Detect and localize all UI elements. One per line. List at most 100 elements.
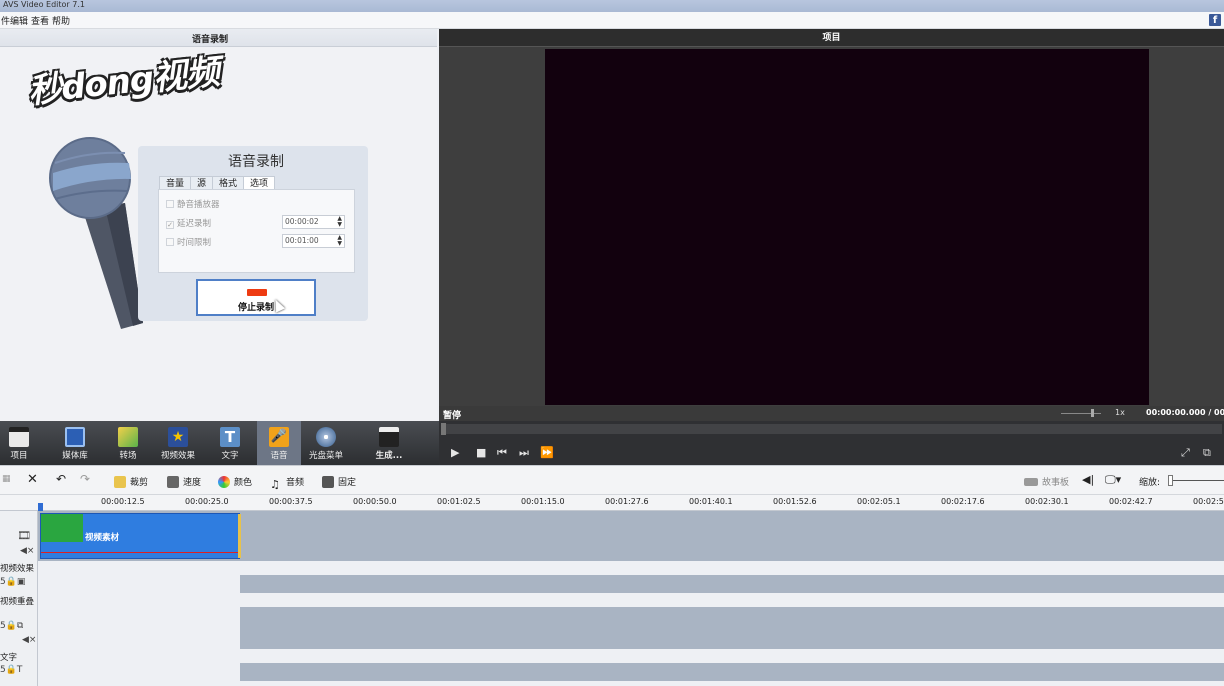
toolbar-produce[interactable]: 生成... xyxy=(366,421,412,465)
star-icon: ★ xyxy=(168,427,188,447)
track-label-video-effects: 视频效果 xyxy=(0,564,35,574)
crop-label: 裁剪 xyxy=(130,478,149,488)
playback-speed: 1x xyxy=(1115,408,1125,417)
track-label-text: 文字 xyxy=(0,653,18,663)
playhead[interactable] xyxy=(38,503,43,511)
toolbar-project[interactable]: 项目 xyxy=(0,421,38,465)
toolbar-video-effects[interactable]: ★ 视频效果 xyxy=(156,421,200,465)
seek-knob[interactable] xyxy=(441,423,446,435)
snapshot-icon[interactable]: ⧉ xyxy=(1203,446,1211,460)
lock-icon[interactable]: 5🔒▣ xyxy=(0,577,25,587)
tab-format[interactable]: 格式 xyxy=(212,176,245,190)
text-icon: T xyxy=(220,427,240,447)
storyboard-icon xyxy=(1024,478,1038,486)
checkbox-checked[interactable]: ✓ xyxy=(166,221,174,229)
microphone-icon: 🎤 xyxy=(269,427,289,447)
overlay-track-empty[interactable] xyxy=(38,607,240,649)
window-title: AVS Video Editor 7.1 xyxy=(3,0,85,9)
ruler-tick: 00:01:15.0 xyxy=(521,497,565,506)
timeline-ruler[interactable]: 00:00:12.5 00:00:25.0 00:00:37.5 00:00:5… xyxy=(0,495,1224,511)
video-track-icon[interactable]: 🎞 xyxy=(17,529,31,542)
speed-slider[interactable] xyxy=(1061,413,1101,414)
menu-help[interactable]: 帮助 xyxy=(52,14,70,27)
next-frame-icon[interactable]: ⏭ xyxy=(519,446,529,460)
fast-forward-icon[interactable]: ⏩ xyxy=(540,446,554,459)
time-limit-option[interactable]: 时间限制 xyxy=(166,236,211,248)
speed-label: 速度 xyxy=(183,478,202,488)
redo-icon[interactable]: ↷ xyxy=(80,472,90,486)
toolbar-disc-menu[interactable]: 光盘菜单 xyxy=(304,421,348,465)
effects-track[interactable] xyxy=(240,575,1224,593)
delay-time-input[interactable]: 00:00:02 ▲ ▼ xyxy=(282,215,345,229)
undo-icon[interactable]: ↶ xyxy=(56,472,66,486)
checkbox[interactable] xyxy=(166,238,174,246)
menu-view[interactable]: 查看 xyxy=(31,14,49,27)
track-separator xyxy=(38,561,1224,575)
color-button[interactable]: 颜色 xyxy=(218,475,252,488)
crop-button[interactable]: 裁剪 xyxy=(114,475,148,488)
track-label-video-overlay: 视频重叠 xyxy=(0,597,35,607)
tab-source[interactable]: 源 xyxy=(190,176,214,190)
freeze-button[interactable]: 固定 xyxy=(322,475,356,488)
mute-player-option[interactable]: 静音播放器 xyxy=(166,198,220,210)
options-pane: 静音播放器 ✓ 延迟录制 00:00:02 ▲ ▼ 时间限制 00:01:00 ▲ ▼ xyxy=(158,189,355,273)
zoom-slider[interactable] xyxy=(1168,480,1224,481)
option-label: 延迟录制 xyxy=(177,219,212,229)
film-icon xyxy=(65,427,85,447)
spinner-arrows-icon[interactable]: ▲ ▼ xyxy=(337,235,342,247)
tab-volume[interactable]: 音量 xyxy=(159,176,192,190)
play-icon[interactable]: ▶ xyxy=(451,446,459,459)
panel-title: 语音录制 xyxy=(192,35,229,45)
lock-icon[interactable]: 5🔒⧉ xyxy=(0,621,23,631)
zoom-slider-knob[interactable] xyxy=(1168,475,1173,486)
fullscreen-icon[interactable]: ⤢ xyxy=(1181,446,1190,460)
preview-title: 项目 xyxy=(439,29,1224,47)
volume-icon[interactable]: ◀| xyxy=(1082,473,1094,486)
effects-track-empty[interactable] xyxy=(38,575,240,593)
previous-frame-icon[interactable]: ⏮ xyxy=(497,446,507,460)
menu-file[interactable]: 件 xyxy=(1,14,10,27)
panel-header: 语音录制 xyxy=(0,29,437,47)
ruler-tick: 00:02:42.7 xyxy=(1109,497,1153,506)
speed-slider-knob[interactable] xyxy=(1091,409,1094,417)
delay-record-option[interactable]: ✓ 延迟录制 xyxy=(166,217,211,229)
tab-options[interactable]: 选项 xyxy=(243,176,276,190)
toolbar-voice[interactable]: 🎤 语音 xyxy=(257,421,301,465)
video-clip[interactable]: 视频素材 xyxy=(40,513,241,559)
menu-edit[interactable]: 编辑 xyxy=(10,14,28,27)
mute-icon[interactable]: ◀× xyxy=(22,635,36,645)
speed-button[interactable]: 速度 xyxy=(167,475,201,488)
ruler-tick: 00:00:50.0 xyxy=(353,497,397,506)
freeze-label: 固定 xyxy=(338,478,357,488)
toolbar-text[interactable]: T 文字 xyxy=(210,421,250,465)
mute-icon[interactable]: ◀× xyxy=(20,546,34,556)
voice-record-panel: 语音录制 秒dong视频 语音录制 音量源格式 选项 静音播放器 ✓ 延迟录制 00… xyxy=(0,29,437,421)
audio-button[interactable]: ♫ 音频 xyxy=(270,475,304,491)
option-label: 静音播放器 xyxy=(177,200,220,210)
toolbar-transitions[interactable]: 转场 xyxy=(108,421,148,465)
spinner-arrows-icon[interactable]: ▲ ▼ xyxy=(337,216,342,228)
stop-icon[interactable]: ■ xyxy=(476,446,486,459)
clip-trim-handle[interactable] xyxy=(238,514,241,558)
speed-icon xyxy=(167,476,179,488)
toolbar-media-library[interactable]: 媒体库 xyxy=(52,421,98,465)
clapper-icon xyxy=(9,427,29,447)
delete-icon[interactable]: ✕ xyxy=(27,472,38,487)
stop-record-label: 停止录制 xyxy=(237,303,274,313)
ruler-tick: 00:02:5 xyxy=(1193,497,1224,506)
toolbar-label: 视频效果 xyxy=(160,451,195,461)
text-track-empty[interactable] xyxy=(38,663,240,681)
time-limit-input[interactable]: 00:01:00 ▲ ▼ xyxy=(282,234,345,248)
storyboard-button[interactable]: 故事板 xyxy=(1024,475,1069,488)
stop-record-button[interactable]: 停止录制 xyxy=(196,279,316,316)
lock-icon[interactable]: 5🔒T xyxy=(0,665,22,675)
checkbox[interactable] xyxy=(166,200,174,208)
seek-bar[interactable] xyxy=(441,424,1222,434)
storyboard-toggle-icon[interactable]: ▦ xyxy=(2,474,11,484)
transition-icon xyxy=(118,427,138,447)
facebook-icon[interactable]: f xyxy=(1209,14,1221,26)
overlay-track[interactable] xyxy=(240,607,1224,649)
zoom-label: 缩放: xyxy=(1139,478,1161,488)
text-track[interactable] xyxy=(240,663,1224,681)
monitor-icon[interactable]: 🖵▾ xyxy=(1105,473,1121,487)
